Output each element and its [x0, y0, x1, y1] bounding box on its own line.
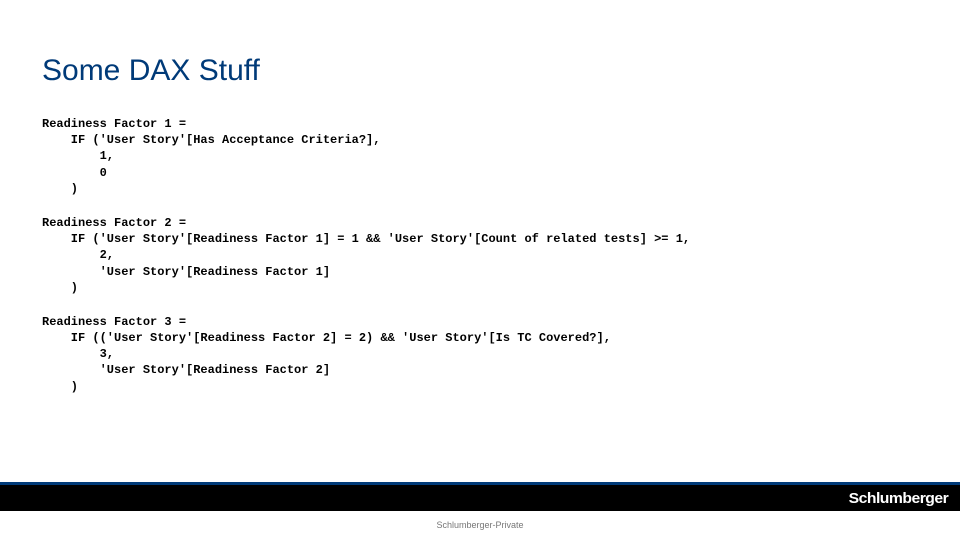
footer-bar: [0, 485, 960, 511]
brand-logo: Schlumberger: [849, 490, 949, 507]
code-area: Readiness Factor 1 = IF ('User Story'[Ha…: [42, 116, 918, 413]
slide: Some DAX Stuff Readiness Factor 1 = IF (…: [0, 0, 960, 540]
code-block-3: Readiness Factor 3 = IF (('User Story'[R…: [42, 314, 918, 395]
code-block-2: Readiness Factor 2 = IF ('User Story'[Re…: [42, 215, 918, 296]
confidential-label: Schlumberger-Private: [0, 520, 960, 530]
slide-title: Some DAX Stuff: [42, 54, 260, 88]
code-block-1: Readiness Factor 1 = IF ('User Story'[Ha…: [42, 116, 918, 197]
